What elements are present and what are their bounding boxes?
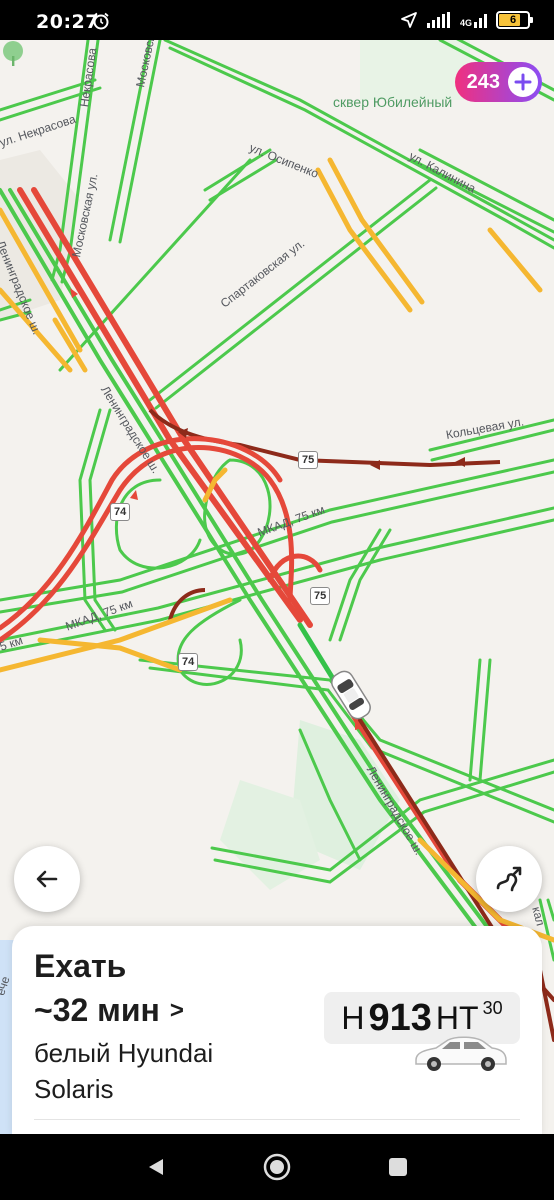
route-shield: 75 (298, 451, 319, 469)
system-nav-bar (0, 1134, 554, 1200)
status-bar: 20:27 4G 6 (0, 0, 554, 40)
nav-recents-button[interactable] (383, 1152, 413, 1182)
park-label: сквер Юбилейный (333, 94, 453, 110)
route-shield: 74 (178, 653, 199, 671)
battery-indicator: 6 (496, 11, 533, 29)
route-shield: 75 (310, 587, 331, 605)
nav-back-button[interactable] (141, 1152, 171, 1182)
ride-info-sheet[interactable]: Ехать ~32 мин > белый Hyundai Solaris Н … (12, 926, 542, 1136)
eta-value: ~32 мин (34, 992, 160, 1028)
triangle-back-icon (149, 1159, 163, 1175)
route-shield: 74 (110, 503, 131, 521)
route-icon (496, 866, 522, 892)
circle-home-icon (263, 1153, 291, 1181)
car-description-line2: Solaris (34, 1074, 114, 1104)
signal-4g-bars-icon (474, 14, 487, 28)
route-button[interactable] (476, 846, 542, 912)
eta-row[interactable]: ~32 мин > (34, 992, 184, 1029)
arrow-left-icon (36, 870, 58, 888)
back-button[interactable] (14, 846, 80, 912)
plate-letter1: Н (341, 999, 365, 1036)
screen: 20:27 4G 6 сквер Юбилейный ул. Некрасова… (0, 0, 554, 1200)
car-description-line1: белый Hyundai (34, 1038, 214, 1068)
square-recents-icon (389, 1158, 407, 1176)
taxi-car-marker-icon (331, 670, 371, 720)
ride-status-title: Ехать (34, 948, 127, 984)
white-sedan-icon (415, 1036, 507, 1071)
chevron-right-icon: > (169, 996, 184, 1024)
network-4g-indicator: 4G (460, 12, 488, 28)
sheet-divider (34, 1119, 520, 1120)
location-arrow-icon (401, 12, 417, 28)
signal-icon (426, 12, 450, 28)
alarm-icon (93, 12, 109, 30)
park-tree-icon (3, 41, 23, 66)
status-time: 20:27 (36, 11, 99, 33)
plate-region: 30 (482, 998, 503, 1018)
plus-points-value: 243 (466, 70, 500, 93)
plus-circle-icon (508, 67, 538, 97)
status-icons: 4G 6 (400, 10, 533, 30)
nav-home-button[interactable] (262, 1152, 292, 1182)
plus-points-badge[interactable]: 243 (454, 62, 542, 102)
